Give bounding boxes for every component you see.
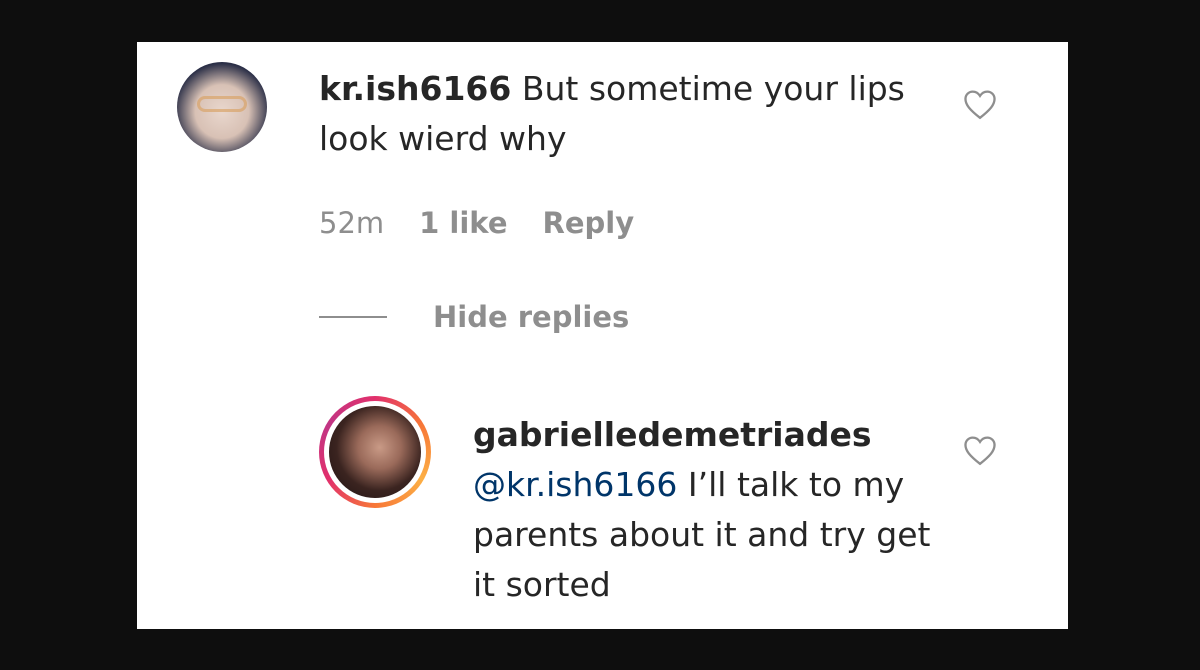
reply-username[interactable]: gabrielledemetriades xyxy=(473,410,943,460)
reply-avatar[interactable] xyxy=(329,406,421,498)
reply-button[interactable]: Reply xyxy=(543,206,635,240)
comment-meta: 52m 1 like Reply xyxy=(319,206,669,240)
comment-timestamp: 52m xyxy=(319,206,385,240)
hide-replies-divider xyxy=(319,316,387,318)
reply-mention-link[interactable]: @kr.ish6166 xyxy=(473,465,677,504)
commenter-avatar[interactable] xyxy=(177,62,267,152)
avatar-glasses-detail xyxy=(197,96,247,112)
heart-icon[interactable] xyxy=(962,434,998,466)
comment-username[interactable]: kr.ish6166 xyxy=(319,69,511,108)
reply-avatar-story-ring[interactable] xyxy=(319,396,431,508)
hide-replies-label: Hide replies xyxy=(433,300,630,334)
hide-replies-button[interactable]: Hide replies xyxy=(319,300,629,334)
comment-thread-card: kr.ish6166 But sometime your lips look w… xyxy=(137,42,1068,629)
reply-body: gabrielledemetriades @kr.ish6166 I’ll ta… xyxy=(473,410,943,610)
comment-body: kr.ish6166 But sometime your lips look w… xyxy=(319,64,939,164)
comment-like-count[interactable]: 1 like xyxy=(419,206,507,240)
heart-icon[interactable] xyxy=(962,88,998,120)
